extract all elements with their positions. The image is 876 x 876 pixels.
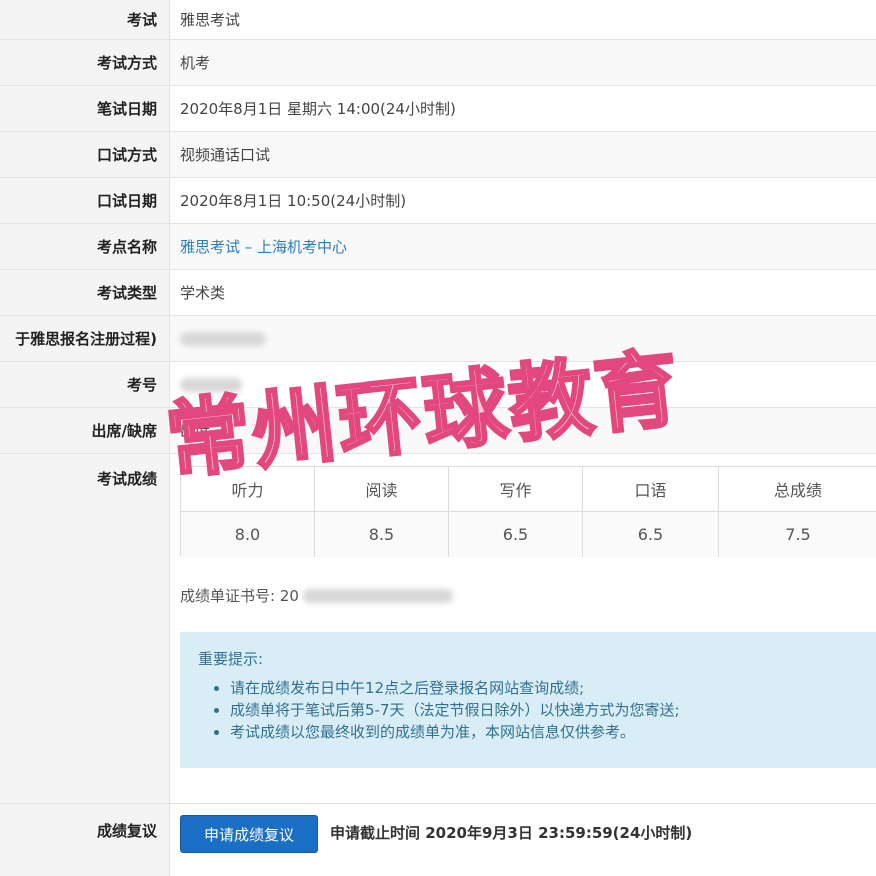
row-label: 考试成绩 xyxy=(0,454,170,803)
row-label: 考号 xyxy=(0,362,170,407)
row-attendance: 出席/缺席 出席 xyxy=(0,408,876,454)
notice-item: 请在成绩发布日中午12点之后登录报名网站查询成绩; xyxy=(230,677,876,699)
apply-review-button[interactable]: 申请成绩复议 xyxy=(180,815,318,853)
row-label: 于雅思报名注册过程) xyxy=(0,316,170,361)
row-label: 口试日期 xyxy=(0,178,170,223)
redacted-value xyxy=(302,589,453,603)
row-value-wrap xyxy=(170,362,876,407)
redacted-value xyxy=(180,331,266,346)
score-header-writing: 写作 xyxy=(449,467,583,512)
row-test-center: 考点名称 雅思考试 – 上海机考中心 xyxy=(0,224,876,270)
scores-table: 听力 阅读 写作 口语 总成绩 8.0 8.5 6.5 6.5 7.5 xyxy=(180,466,876,557)
row-value-wrap xyxy=(170,316,876,361)
score-speaking: 6.5 xyxy=(583,512,719,557)
row-value: 机考 xyxy=(170,40,876,85)
score-writing: 6.5 xyxy=(449,512,583,557)
row-exam: 考试 雅思考试 xyxy=(0,0,876,40)
row-test-type: 考试类型 学术类 xyxy=(0,270,876,316)
row-label: 成绩复议 xyxy=(0,804,170,876)
notice-item: 成绩单将于笔试后第5-7天（法定节假日除外）以快递方式为您寄送; xyxy=(230,699,876,721)
row-label: 笔试日期 xyxy=(0,86,170,131)
notice-title: 重要提示: xyxy=(198,650,264,668)
certificate-prefix: 20 xyxy=(279,587,299,605)
row-value: 雅思考试 xyxy=(180,11,241,29)
row-registration-id: 于雅思报名注册过程) xyxy=(0,316,876,362)
notice-list: 请在成绩发布日中午12点之后登录报名网站查询成绩; 成绩单将于笔试后第5-7天（… xyxy=(198,677,876,743)
review-deadline: 申请截止时间 2020年9月3日 23:59:59(24小时制) xyxy=(330,824,693,842)
row-label: 考试方式 xyxy=(0,40,170,85)
certificate-label: 成绩单证书号: xyxy=(180,587,276,605)
row-value-wrap: 雅思考试 – 上海机考中心 xyxy=(170,224,876,269)
row-label: 考点名称 xyxy=(0,224,170,269)
score-header-reading: 阅读 xyxy=(315,467,449,512)
certificate-number: 成绩单证书号: 20 xyxy=(180,585,453,606)
row-value: 视频通话口试 xyxy=(170,132,876,177)
important-notice: 重要提示: 请在成绩发布日中午12点之后登录报名网站查询成绩; 成绩单将于笔试后… xyxy=(180,632,876,768)
row-speaking-date: 口试日期 2020年8月1日 10:50(24小时制) xyxy=(0,178,876,224)
row-label: 考试 xyxy=(0,0,170,39)
row-label: 口试方式 xyxy=(0,132,170,177)
row-value: 出席 xyxy=(170,408,876,453)
score-reading: 8.5 xyxy=(315,512,449,557)
row-value: 学术类 xyxy=(180,284,226,302)
notice-item: 考试成绩以您最终收到的成绩单为准，本网站信息仅供参考。 xyxy=(230,721,876,743)
row-value: 2020年8月1日 星期六 14:00(24小时制) xyxy=(180,100,456,118)
row-label: 考试类型 xyxy=(0,270,170,315)
redacted-value xyxy=(180,377,242,392)
score-header-listening: 听力 xyxy=(181,467,315,512)
row-written-date: 笔试日期 2020年8月1日 星期六 14:00(24小时制) xyxy=(0,86,876,132)
row-candidate-number: 考号 xyxy=(0,362,876,408)
score-header-speaking: 口语 xyxy=(583,467,719,512)
test-center-link[interactable]: 雅思考试 – 上海机考中心 xyxy=(180,236,347,257)
score-overall: 7.5 xyxy=(719,512,876,557)
row-value: 2020年8月1日 10:50(24小时制) xyxy=(180,192,407,210)
row-exam-method: 考试方式 机考 xyxy=(0,40,876,86)
row-label: 出席/缺席 xyxy=(0,408,170,453)
score-header-overall: 总成绩 xyxy=(719,467,876,512)
score-listening: 8.0 xyxy=(181,512,315,557)
row-speaking-method: 口试方式 视频通话口试 xyxy=(0,132,876,178)
